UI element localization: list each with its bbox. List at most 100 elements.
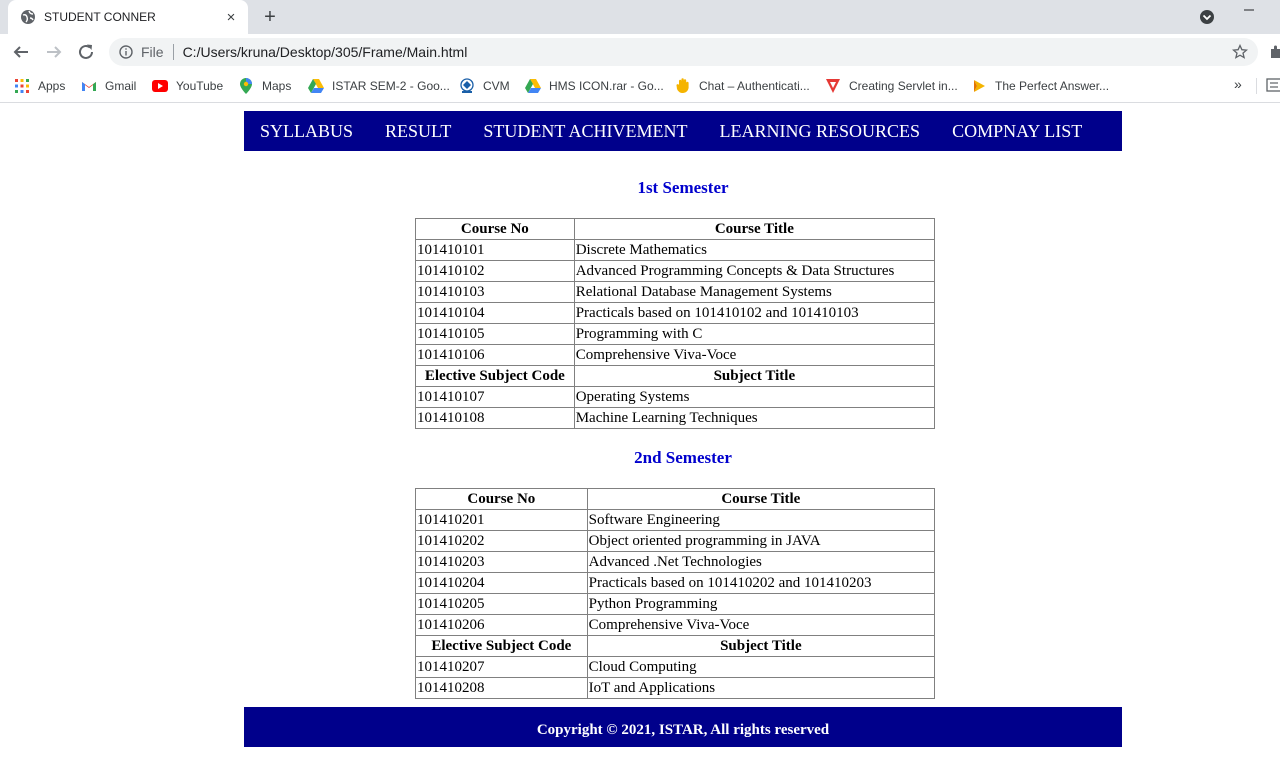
page-footer: Copyright © 2021, ISTAR, All rights rese… — [244, 707, 1122, 747]
course-no: 101410101 — [415, 239, 575, 261]
course-title: Programming with C — [573, 323, 936, 345]
youtube-icon — [152, 78, 168, 94]
table-row: 101410208 IoT and Applications — [415, 677, 936, 699]
table-row: 101410207 Cloud Computing — [415, 656, 936, 678]
bookmark-youtube[interactable]: YouTube — [152, 76, 223, 96]
bookmark-maps[interactable]: Maps — [238, 76, 291, 96]
nav-link-student-achivement[interactable]: STUDENT ACHIVEMENT — [483, 121, 687, 142]
semester-1-heading: 1st Semester — [637, 178, 729, 197]
table-row: 101410101 Discrete Mathematics — [415, 239, 936, 261]
bookmark-label: HMS ICON.rar - Go... — [549, 79, 664, 93]
course-title: Object oriented programming in JAVA — [586, 530, 936, 552]
bookmark-label: YouTube — [176, 79, 224, 93]
bookmark-chat-authentication[interactable]: Chat – Authenticati... — [675, 76, 810, 96]
course-no: 101410203 — [415, 551, 588, 573]
semester-2-heading: 2nd Semester — [634, 448, 732, 467]
table-row: 101410203 Advanced .Net Technologies — [415, 551, 936, 573]
bookmark-istar-sem2[interactable]: ISTAR SEM-2 - Goo... — [308, 76, 450, 96]
course-no: 101410206 — [415, 614, 588, 636]
course-no: 101410102 — [415, 260, 575, 282]
column-header: Course No — [415, 218, 575, 240]
table-row: 101410206 Comprehensive Viva-Voce — [415, 614, 936, 636]
semester-2-table: Course No Course Title 101410201 Software… — [415, 488, 936, 699]
more-bookmarks-button[interactable]: » — [1234, 76, 1242, 92]
column-header: Subject Title — [586, 635, 936, 657]
course-title: Comprehensive Viva-Voce — [573, 344, 936, 366]
bookmark-hms-icon[interactable]: HMS ICON.rar - Go... — [525, 76, 664, 96]
elective-title: IoT and Applications — [586, 677, 936, 699]
bookmark-label: Apps — [38, 79, 66, 93]
nav-link-compnay-list[interactable]: COMPNAY LIST — [952, 121, 1082, 142]
course-no: 101410104 — [415, 302, 575, 324]
elective-title: Cloud Computing — [586, 656, 936, 678]
column-header: Elective Subject Code — [415, 635, 588, 657]
javatpoint-icon — [825, 78, 841, 94]
google-drive-icon — [308, 78, 324, 94]
elective-header-row: Elective Subject Code Subject Title — [415, 365, 936, 387]
table-row: 101410103 Relational Database Management … — [415, 281, 936, 303]
course-title: Practicals based on 101410102 and 101410… — [573, 302, 936, 324]
bookmark-label: The Perfect Answer... — [995, 79, 1110, 93]
forward-arrow-icon[interactable] — [43, 41, 65, 63]
play-arrow-icon — [971, 78, 987, 94]
gmail-icon — [81, 78, 97, 94]
bookmark-gmail[interactable]: Gmail — [81, 76, 136, 96]
table-header-row: Course No Course Title — [415, 218, 936, 240]
table-header-row: Course No Course Title — [415, 488, 936, 510]
course-no: 101410201 — [415, 509, 588, 531]
reading-list-icon[interactable] — [1266, 78, 1280, 92]
elective-code: 101410207 — [415, 656, 588, 678]
elective-code: 101410107 — [415, 386, 575, 408]
new-tab-button[interactable]: + — [258, 5, 282, 29]
bookmark-cvm[interactable]: CVM — [459, 76, 510, 96]
table-row: 101410105 Programming with C — [415, 323, 936, 345]
table-row: 101410104 Practicals based on 101410102 a… — [415, 302, 936, 324]
back-arrow-icon[interactable] — [10, 41, 32, 63]
nav-link-learning-resources[interactable]: LEARNING RESOURCES — [720, 121, 921, 142]
tab-title: STUDENT CONNER — [44, 10, 156, 24]
bookmarks-bar: Apps Gmail YouTube Maps ISTAR SEM-2 - Go… — [0, 70, 1280, 103]
info-icon[interactable] — [119, 45, 133, 59]
extensions-puzzle-icon[interactable] — [1268, 44, 1280, 60]
table-row: 101410201 Software Engineering — [415, 509, 936, 531]
tab-search-icon[interactable] — [1198, 8, 1216, 26]
cvm-logo-icon — [459, 78, 475, 94]
copyright-text: Copyright © 2021, ISTAR, All rights rese… — [536, 721, 830, 738]
table-row: 101410102 Advanced Programming Concepts &… — [415, 260, 936, 282]
chat-hand-icon — [675, 78, 691, 94]
nav-link-syllabus[interactable]: SYLLABUS — [260, 121, 353, 142]
close-icon[interactable]: × — [222, 8, 240, 26]
course-title: Advanced .Net Technologies — [586, 551, 936, 573]
table-row: 101410106 Comprehensive Viva-Voce — [415, 344, 936, 366]
scheme-label: File — [141, 44, 164, 60]
nav-link-result[interactable]: RESULT — [385, 121, 451, 142]
omnibox-divider — [172, 44, 174, 60]
course-no: 101410103 — [415, 281, 575, 303]
bookmark-apps[interactable]: Apps — [14, 76, 65, 96]
browser-tab[interactable]: STUDENT CONNER × — [8, 0, 248, 34]
minimize-window-icon[interactable] — [1243, 3, 1259, 19]
bookmark-creating-servlet[interactable]: Creating Servlet in... — [825, 76, 958, 96]
elective-header-row: Elective Subject Code Subject Title — [415, 635, 936, 657]
url-text[interactable]: C:/Users/kruna/Desktop/305/Frame/Main.ht… — [183, 44, 468, 60]
table-row: 101410202 Object oriented programming in … — [415, 530, 936, 552]
reload-icon[interactable] — [75, 41, 97, 63]
course-title: Python Programming — [586, 593, 936, 615]
address-bar[interactable]: File C:/Users/kruna/Desktop/305/Frame/Ma… — [109, 38, 1258, 66]
column-header: Subject Title — [573, 365, 936, 387]
bookmark-label: Creating Servlet in... — [849, 79, 958, 93]
column-header: Course Title — [573, 218, 936, 240]
course-title: Comprehensive Viva-Voce — [586, 614, 936, 636]
bookmark-perfect-answer[interactable]: The Perfect Answer... — [971, 76, 1109, 96]
elective-title: Operating Systems — [573, 386, 936, 408]
column-header: Course No — [415, 488, 588, 510]
column-header: Course Title — [586, 488, 936, 510]
star-icon[interactable] — [1231, 43, 1249, 60]
page-content: SYLLABUS RESULT STUDENT ACHIVEMENT LEARN… — [0, 103, 1280, 766]
bookmark-label: Chat – Authenticati... — [699, 79, 810, 93]
main-navbar: SYLLABUS RESULT STUDENT ACHIVEMENT LEARN… — [244, 111, 1122, 151]
course-no: 101410204 — [415, 572, 588, 594]
course-title: Advanced Programming Concepts & Data Str… — [573, 260, 936, 282]
semester-1-table: Course No Course Title 101410101 Discrete… — [415, 218, 936, 429]
course-title: Software Engineering — [586, 509, 936, 531]
